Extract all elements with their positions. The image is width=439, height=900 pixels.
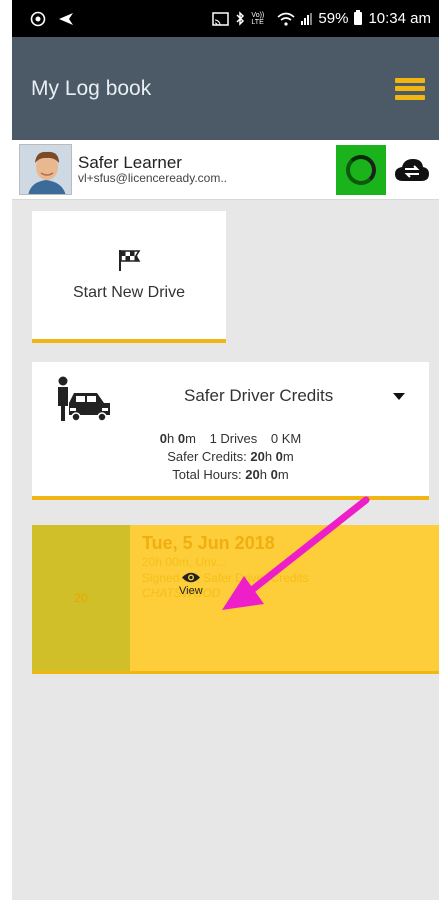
loading-spinner-icon	[346, 154, 376, 185]
total-minutes-unit: m	[277, 466, 289, 482]
signal-icon	[301, 12, 313, 25]
entry-signoff: Signed-off, Safer Driver Credits	[142, 571, 309, 586]
safer-credits-minutes-unit: m	[282, 448, 294, 464]
user-bar: Safer Learner vl+sfus@licenceready.com..	[12, 140, 439, 200]
total-hours-unit: h	[259, 466, 267, 482]
battery-percent: 59%	[318, 10, 349, 27]
chevron-down-icon[interactable]	[393, 393, 405, 400]
view-label: View	[179, 585, 203, 597]
cloud-sync-icon[interactable]	[392, 148, 432, 192]
stats-summary-row: 0h 0m 1 Drives 0 KM	[32, 430, 429, 448]
credits-card: Safer Driver Credits 0h 0m 1 Drives 0 KM…	[32, 362, 429, 500]
volte-indicator: Vo)) LTE	[251, 11, 265, 26]
entry-location: CHATSWOOD	[142, 586, 221, 601]
bluetooth-icon	[236, 11, 245, 26]
start-new-drive-label: Start New Drive	[72, 284, 186, 301]
entry-details: Tue, 5 Jun 2018 20h 00m, Unv... Signed-o…	[142, 533, 309, 600]
minutes-unit: m	[185, 431, 196, 446]
clock: 10:34 am	[368, 10, 431, 27]
hours-value: 0	[159, 431, 167, 446]
drive-log-entry[interactable]: 20 Tue, 5 Jun 2018 20h 00m, Unv... Signe…	[32, 525, 439, 674]
driver-car-icon	[58, 376, 110, 422]
safer-credits-minutes: 0	[275, 448, 283, 464]
cast-icon	[212, 11, 230, 26]
credits-stats: 0h 0m 1 Drives 0 KM Safer Credits: 20h 0…	[32, 430, 429, 484]
safer-credits-hours-unit: h	[264, 448, 273, 464]
camera-icon	[30, 11, 46, 26]
user-name: Safer Learner	[78, 152, 182, 172]
hamburger-menu-icon[interactable]	[395, 77, 425, 100]
app-screen: Vo)) LTE 59% 10:34 am My Log book Safer …	[12, 0, 439, 900]
user-info: Safer Learner vl+sfus@licenceready.com..	[78, 153, 227, 186]
total-hours-value: 20	[245, 466, 260, 482]
safer-credits-label: Safer Credits:	[167, 448, 247, 464]
safer-credits-hours: 20	[250, 448, 265, 464]
start-new-drive-button[interactable]: Start New Drive	[32, 211, 226, 343]
safer-credits-row: Safer Credits: 20h 0m	[32, 448, 429, 466]
send-icon	[59, 12, 73, 25]
page-title: My Log book	[31, 76, 152, 100]
view-button[interactable]: View	[179, 571, 203, 597]
entry-side-label: 20	[32, 525, 130, 671]
total-minutes-value: 0	[270, 466, 278, 482]
drive-count: 1 Drives	[209, 431, 258, 446]
avatar[interactable]	[19, 144, 72, 195]
user-email: vl+sfus@licenceready.com..	[78, 171, 228, 186]
eye-icon	[181, 572, 200, 583]
hours-unit: h	[167, 431, 175, 446]
status-bar: Vo)) LTE 59% 10:34 am	[12, 0, 439, 37]
entry-date: Tue, 5 Jun 2018	[142, 533, 275, 553]
checkered-flag-icon	[119, 250, 141, 271]
credits-title: Safer Driver Credits	[184, 386, 334, 405]
app-bar: My Log book	[12, 37, 439, 140]
minutes-value: 0	[177, 431, 186, 446]
distance-km: 0 KM	[270, 431, 302, 446]
wifi-icon	[277, 12, 295, 26]
entry-duration: 20h 00m, Unv...	[142, 555, 226, 569]
connection-status-button[interactable]	[336, 144, 386, 195]
battery-icon	[354, 10, 363, 25]
total-hours-row: Total Hours: 20h 0m	[32, 466, 429, 484]
total-hours-label: Total Hours:	[172, 466, 242, 482]
